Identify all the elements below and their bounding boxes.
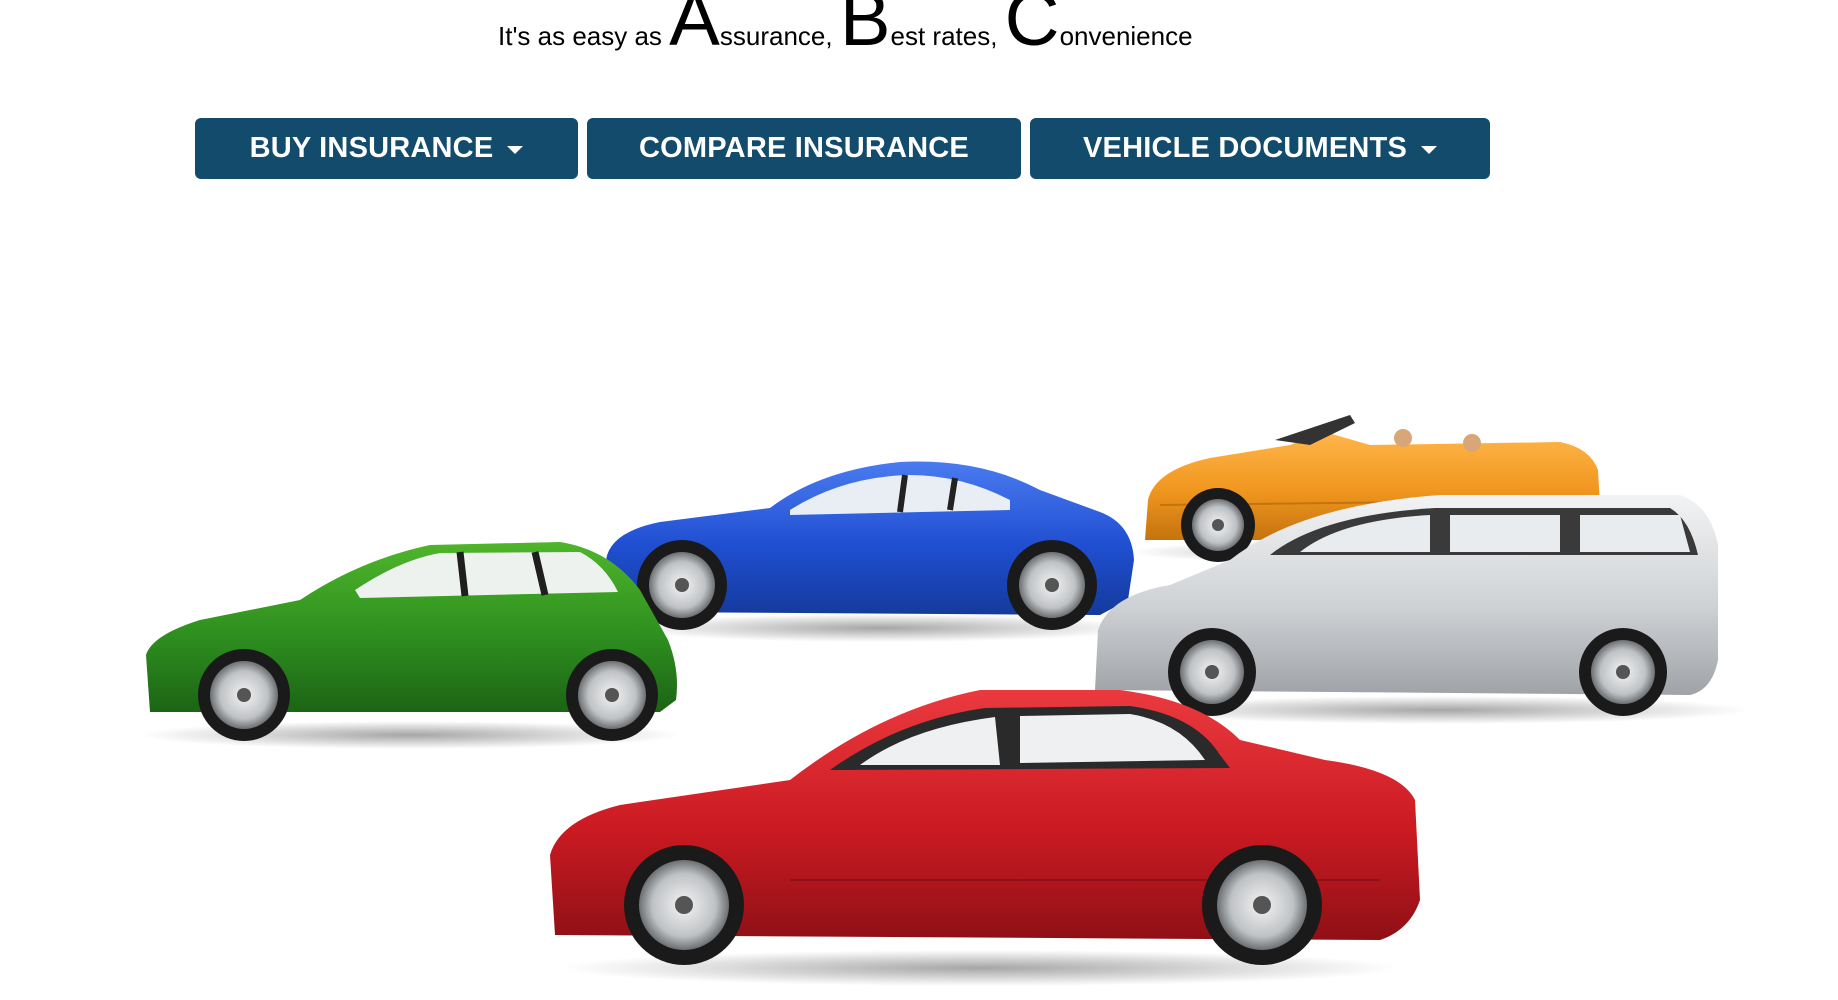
tagline-letter-b: B bbox=[839, 0, 891, 62]
buy-insurance-button[interactable]: BUY INSURANCE bbox=[195, 118, 578, 179]
red-sedan-car bbox=[550, 690, 1420, 986]
tagline-letter-a: A bbox=[669, 0, 720, 62]
caret-down-icon bbox=[507, 145, 524, 154]
tagline-letter-c: C bbox=[1004, 0, 1060, 62]
compare-insurance-button[interactable]: COMPARE INSURANCE bbox=[587, 118, 1021, 179]
vehicle-documents-label: VEHICLE DOCUMENTS bbox=[1082, 132, 1408, 164]
vehicle-documents-button[interactable]: VEHICLE DOCUMENTS bbox=[1030, 118, 1490, 179]
buy-insurance-label: BUY INSURANCE bbox=[249, 132, 494, 164]
tagline-assurance: ssurance, bbox=[719, 21, 840, 51]
tagline-prefix: It's as easy as bbox=[498, 21, 670, 51]
green-hatchback-car bbox=[140, 542, 680, 749]
blue-coupe-car bbox=[606, 461, 1140, 642]
orange-convertible-car bbox=[1130, 415, 1610, 564]
silver-minivan-car bbox=[1095, 495, 1750, 724]
page: It's as easy as Assurance, Best rates, C… bbox=[0, 0, 1838, 1000]
compare-insurance-label: COMPARE INSURANCE bbox=[639, 132, 969, 164]
caret-down-icon bbox=[1421, 145, 1438, 154]
tagline: It's as easy as Assurance, Best rates, C… bbox=[498, 0, 1193, 58]
tagline-best-rates: est rates, bbox=[890, 21, 1005, 51]
tagline-convenience: onvenience bbox=[1059, 21, 1193, 51]
